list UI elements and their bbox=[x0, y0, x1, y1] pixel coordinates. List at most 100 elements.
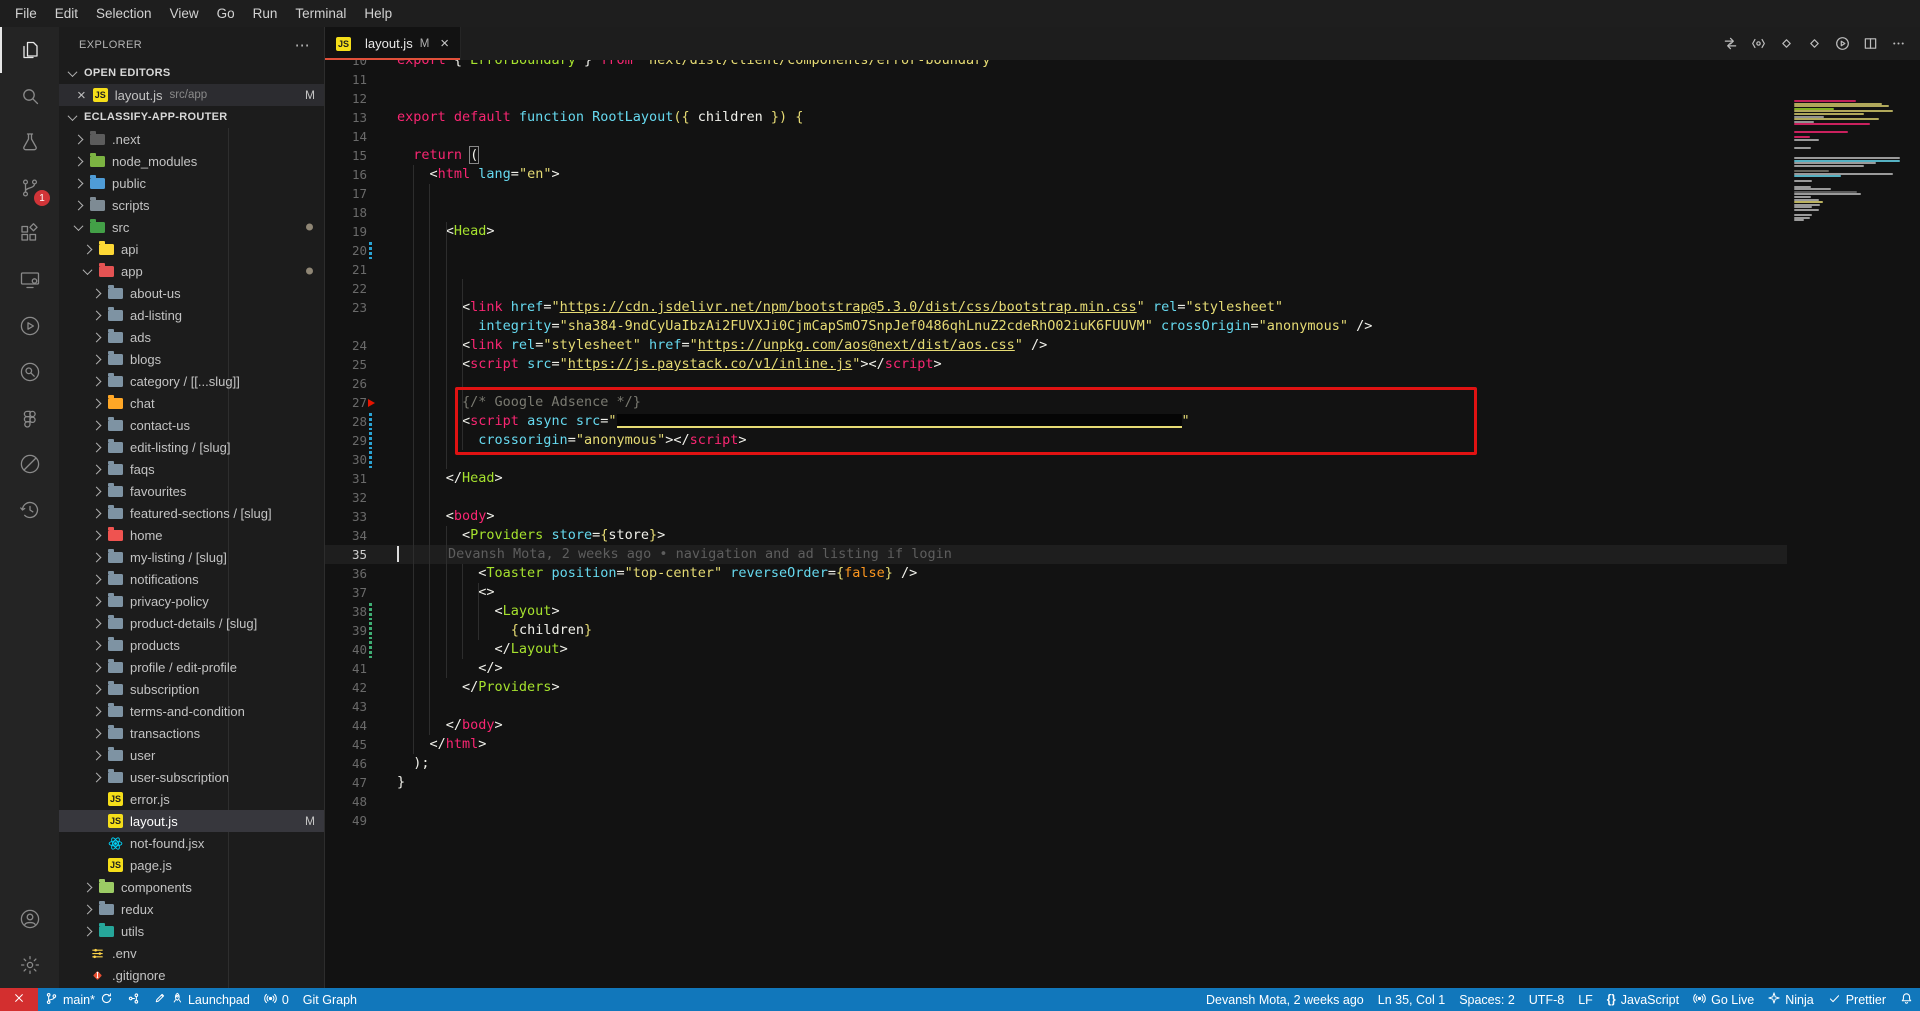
tree-folder-terms-and-condition[interactable]: terms-and-condition bbox=[59, 700, 324, 722]
tree-folder-products[interactable]: products bbox=[59, 634, 324, 656]
pencil-icon bbox=[154, 992, 166, 1007]
activity-search-extension-icon[interactable] bbox=[0, 349, 59, 395]
explorer-more-actions-icon[interactable]: ⋯ bbox=[295, 36, 310, 54]
tree-folder-utils[interactable]: utils bbox=[59, 920, 324, 942]
tree-folder-product-details-slug[interactable]: product-details / [slug] bbox=[59, 612, 324, 634]
tree-folder-notifications[interactable]: notifications bbox=[59, 568, 324, 590]
status-cursor-position[interactable]: Ln 35, Col 1 bbox=[1371, 988, 1452, 1011]
tree-folder-redux[interactable]: redux bbox=[59, 898, 324, 920]
status-gitlens-blame[interactable]: Devansh Mota, 2 weeks ago bbox=[1199, 988, 1371, 1011]
tree-folder-privacy-policy[interactable]: privacy-policy bbox=[59, 590, 324, 612]
close-icon[interactable]: × bbox=[77, 88, 86, 103]
tree-folder-user-subscription[interactable]: user-subscription bbox=[59, 766, 324, 788]
tree-folder-next[interactable]: .next bbox=[59, 128, 324, 150]
tree-folder-featured-sections-slug[interactable]: featured-sections / [slug] bbox=[59, 502, 324, 524]
menu-view[interactable]: View bbox=[161, 0, 208, 27]
minimap[interactable] bbox=[1794, 100, 1906, 230]
tree-file-jsconfig-json[interactable]: JSjsconfig.json bbox=[59, 986, 324, 988]
status-git-graph-branch[interactable] bbox=[120, 988, 147, 1011]
chevron-right-icon bbox=[92, 728, 102, 738]
menu-terminal[interactable]: Terminal bbox=[286, 0, 355, 27]
scm-badge: 1 bbox=[34, 190, 50, 206]
code-line-17: 17 bbox=[325, 184, 1920, 203]
activity-settings-icon[interactable] bbox=[0, 942, 59, 988]
status-screencast-count[interactable]: 0 bbox=[257, 988, 296, 1011]
status-encoding[interactable]: UTF-8 bbox=[1522, 988, 1571, 1011]
tree-file-layout-js[interactable]: JSlayout.jsM bbox=[59, 810, 324, 832]
menu-run[interactable]: Run bbox=[244, 0, 287, 27]
compare-icon[interactable] bbox=[1779, 36, 1794, 51]
tree-folder-category-slug[interactable]: category / [[...slug]] bbox=[59, 370, 324, 392]
open-editors-header[interactable]: OPEN EDITORS bbox=[59, 62, 324, 84]
open-changes-icon[interactable] bbox=[1723, 36, 1738, 51]
menu-file[interactable]: File bbox=[6, 0, 46, 27]
activity-explorer-icon[interactable] bbox=[0, 27, 59, 73]
tree-folder-chat[interactable]: chat bbox=[59, 392, 324, 414]
activity-accounts-icon[interactable] bbox=[0, 896, 59, 942]
tree-file-not-found-jsx[interactable]: not-found.jsx bbox=[59, 832, 324, 854]
tree-file-page-js[interactable]: JSpage.js bbox=[59, 854, 324, 876]
tree-folder-profile-edit-profile[interactable]: profile / edit-profile bbox=[59, 656, 324, 678]
tree-file-error-js[interactable]: JSerror.js bbox=[59, 788, 324, 810]
activity-remote-explorer-icon[interactable] bbox=[0, 257, 59, 303]
tree-folder-components[interactable]: components bbox=[59, 876, 324, 898]
activity-search-icon[interactable] bbox=[0, 73, 59, 119]
tree-folder-scripts[interactable]: scripts bbox=[59, 194, 324, 216]
tab-close-icon[interactable]: × bbox=[440, 36, 449, 51]
tree-folder-favourites[interactable]: favourites bbox=[59, 480, 324, 502]
split-editor-icon[interactable] bbox=[1863, 36, 1878, 51]
tree-folder-contact-us[interactable]: contact-us bbox=[59, 414, 324, 436]
status-notifications[interactable] bbox=[1893, 988, 1920, 1011]
line-number: 19 bbox=[325, 222, 367, 241]
tree-folder-public[interactable]: public bbox=[59, 172, 324, 194]
status-launchpad[interactable]: Launchpad bbox=[147, 988, 257, 1011]
tree-folder-src[interactable]: src bbox=[59, 216, 324, 238]
tree-folder-subscription[interactable]: subscription bbox=[59, 678, 324, 700]
menu-help[interactable]: Help bbox=[355, 0, 401, 27]
tree-folder-user[interactable]: user bbox=[59, 744, 324, 766]
tree-folder-app[interactable]: app bbox=[59, 260, 324, 282]
open-editor-layout-js[interactable]: × JS layout.js src/app M bbox=[59, 84, 324, 106]
tree-file-env[interactable]: .env bbox=[59, 942, 324, 964]
status-remote-indicator[interactable] bbox=[0, 988, 38, 1011]
status-eol[interactable]: LF bbox=[1571, 988, 1600, 1011]
activity-source-control-icon[interactable]: 1 bbox=[0, 165, 59, 211]
tree-folder-ads[interactable]: ads bbox=[59, 326, 324, 348]
menu-go[interactable]: Go bbox=[208, 0, 244, 27]
activity-run-circle-icon[interactable] bbox=[0, 303, 59, 349]
tree-folder-about-us[interactable]: about-us bbox=[59, 282, 324, 304]
tree-item-label: ad-listing bbox=[130, 308, 182, 323]
code-editor[interactable]: 10export { ErrorBoundary } from "next/di… bbox=[325, 60, 1920, 988]
tree-file-gitignore[interactable]: .gitignore bbox=[59, 964, 324, 986]
status-language-mode[interactable]: {}JavaScript bbox=[1600, 988, 1686, 1011]
run-code-icon[interactable] bbox=[1835, 36, 1850, 51]
menu-edit[interactable]: Edit bbox=[46, 0, 87, 27]
activity-extensions-icon[interactable] bbox=[0, 211, 59, 257]
tree-folder-my-listing-slug[interactable]: my-listing / [slug] bbox=[59, 546, 324, 568]
tree-folder-faqs[interactable]: faqs bbox=[59, 458, 324, 480]
tree-folder-home[interactable]: home bbox=[59, 524, 324, 546]
menu-selection[interactable]: Selection bbox=[87, 0, 161, 27]
tree-folder-node-modules[interactable]: node_modules bbox=[59, 150, 324, 172]
activity-testing-icon[interactable] bbox=[0, 119, 59, 165]
line-number: 46 bbox=[325, 754, 367, 773]
compare-alt-icon[interactable] bbox=[1807, 36, 1822, 51]
more-actions-icon[interactable] bbox=[1891, 36, 1906, 51]
toggle-blame-icon[interactable] bbox=[1751, 36, 1766, 51]
tree-folder-edit-listing-slug[interactable]: edit-listing / [slug] bbox=[59, 436, 324, 458]
status-prettier[interactable]: Prettier bbox=[1821, 988, 1893, 1011]
tree-folder-api[interactable]: api bbox=[59, 238, 324, 260]
tree-folder-blogs[interactable]: blogs bbox=[59, 348, 324, 370]
workspace-root-header[interactable]: ECLASSIFY-APP-ROUTER bbox=[59, 106, 324, 128]
status-git-branch[interactable]: main* bbox=[38, 988, 120, 1011]
activity-disable-circle-icon[interactable] bbox=[0, 441, 59, 487]
tab-layout-js[interactable]: JS layout.js M × bbox=[325, 27, 461, 60]
status-git-graph[interactable]: Git Graph bbox=[296, 988, 364, 1011]
activity-timeline-icon[interactable] bbox=[0, 487, 59, 533]
tree-folder-transactions[interactable]: transactions bbox=[59, 722, 324, 744]
status-indentation[interactable]: Spaces: 2 bbox=[1452, 988, 1522, 1011]
status-console-ninja[interactable]: Ninja bbox=[1761, 988, 1821, 1011]
activity-figma-icon[interactable] bbox=[0, 395, 59, 441]
tree-folder-ad-listing[interactable]: ad-listing bbox=[59, 304, 324, 326]
status-go-live[interactable]: Go Live bbox=[1686, 988, 1761, 1011]
